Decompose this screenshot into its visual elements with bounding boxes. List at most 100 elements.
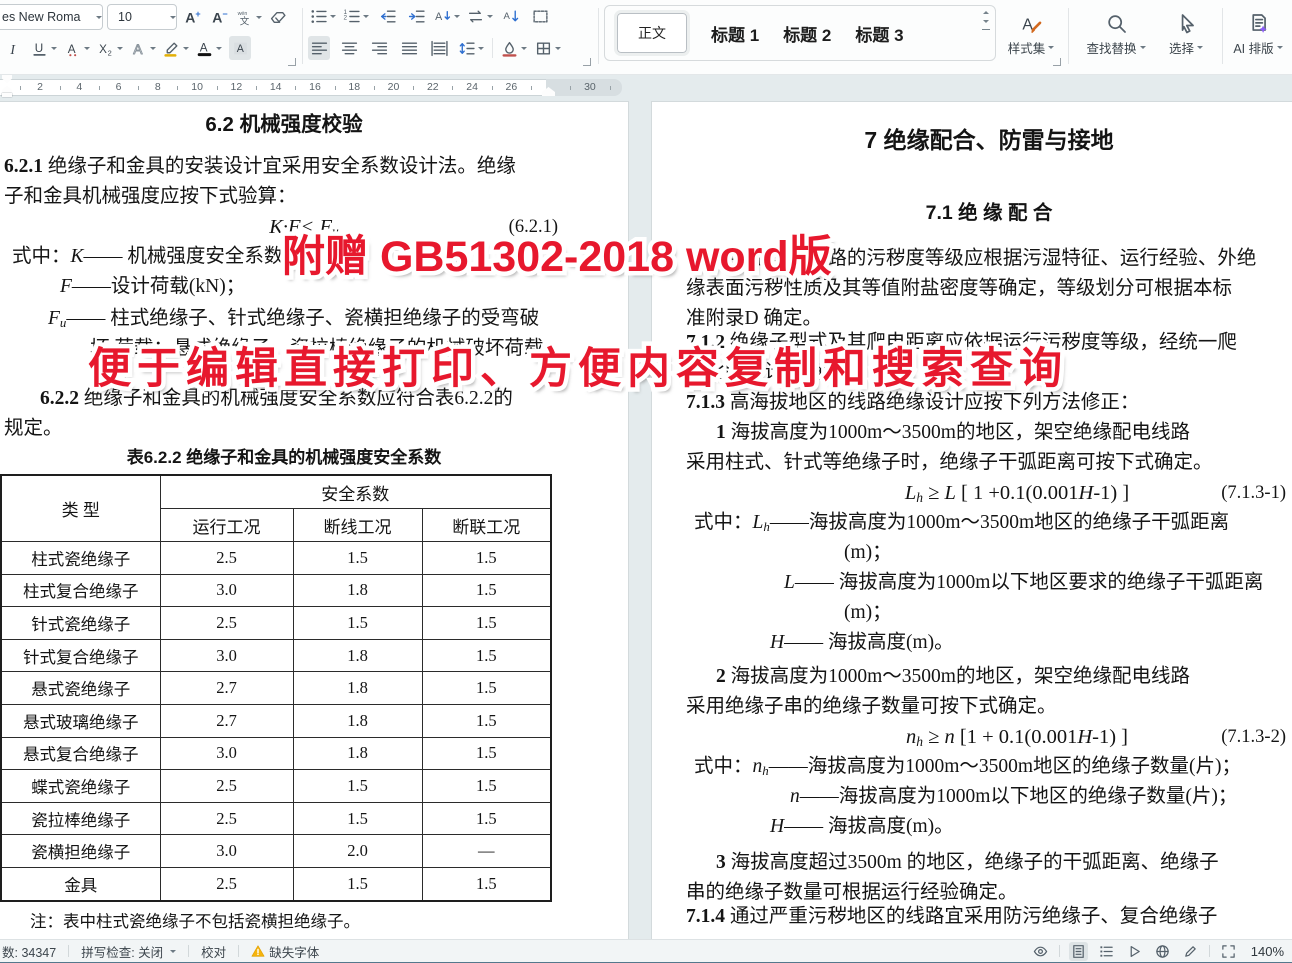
chevron-down-icon (96, 16, 102, 22)
align-center-icon (341, 40, 358, 57)
select-button[interactable]: 选择 (1156, 4, 1216, 66)
font-dialog-launcher[interactable] (288, 58, 296, 66)
subscript-button[interactable]: X2 (97, 36, 123, 60)
zoom-level[interactable]: 140% (1251, 944, 1284, 959)
decrease-indent-button[interactable] (376, 4, 398, 28)
svg-text:A: A (236, 43, 244, 55)
find-replace-button[interactable]: 查找替换 (1072, 4, 1160, 66)
borders-icon (535, 40, 552, 57)
character-shading-button[interactable]: A (229, 36, 251, 60)
toolbar-divider (492, 38, 493, 58)
emphasis-mark-icon: A (64, 40, 81, 57)
style-heading2[interactable]: 标题 2 (783, 21, 831, 46)
asian-layout-button[interactable] (467, 4, 493, 28)
text-direction-icon: A (434, 8, 451, 25)
svg-text:I: I (9, 41, 16, 56)
align-left-icon (311, 40, 328, 57)
eraser-icon (270, 9, 287, 26)
eye-icon (1033, 944, 1048, 959)
italic-button[interactable]: I (2, 36, 24, 60)
fullscreen-button[interactable] (1219, 942, 1238, 961)
safety-factor-table: 类 型安全系数运行工况断线工况断联工况柱式瓷绝缘子2.51.51.5柱式复合绝缘… (0, 474, 564, 902)
justify-icon (401, 40, 418, 57)
font-size-select[interactable]: 10 (107, 4, 177, 30)
play-view-button[interactable] (1125, 942, 1144, 961)
horizontal-ruler: 246810121416182022242630 (0, 74, 1292, 100)
borders-button[interactable] (535, 36, 561, 60)
chevron-down-icon (170, 16, 176, 22)
toolbar-divider (598, 8, 599, 64)
font-color-icon: A (196, 40, 213, 57)
search-icon (1106, 13, 1127, 34)
increase-indent-icon (408, 8, 425, 25)
missing-font-warning[interactable]: 缺失字体 (239, 942, 331, 961)
status-bar: 数: 34347 拼写检查: 关闭 校对 缺失字体 140% (0, 939, 1292, 962)
text-effects-button[interactable]: A (130, 36, 156, 60)
style-heading1[interactable]: 标题 1 (711, 21, 759, 46)
table-note: 注：表中柱式瓷绝缘子不包括瓷横担绝缘子。 (4, 909, 564, 935)
ai-layout-button[interactable]: AI 排版 (1226, 4, 1290, 66)
paragraph-dialog-launcher[interactable] (583, 58, 591, 66)
toolbar-divider (302, 8, 303, 64)
play-icon (1127, 944, 1142, 959)
page-view-icon (1071, 944, 1086, 959)
ai-document-icon (1248, 13, 1269, 34)
cursor-arrow-icon (1176, 13, 1197, 34)
web-view-button[interactable] (1153, 942, 1172, 961)
left-page-text: 6.2 机械强度校验6.2.1 绝缘子和金具的安装设计宜采用安全系数设计法。绝缘… (4, 108, 564, 471)
eye-protection-button[interactable] (1031, 942, 1050, 961)
word-count[interactable]: 数: 34347 (0, 942, 68, 961)
increase-font-button[interactable]: A+ (182, 5, 204, 29)
svg-text:文: 文 (240, 15, 250, 26)
gallery-more-button[interactable] (982, 29, 990, 32)
pen-icon (1183, 944, 1198, 959)
watermark-line1: 附赠 GB51302-2018 word版附赠 GB51302-2018 wor… (282, 222, 832, 284)
sort-icon: A (503, 8, 520, 25)
sort-button[interactable]: A (500, 4, 522, 28)
bullet-list-icon (310, 8, 327, 25)
fullscreen-icon (1221, 944, 1236, 959)
text-direction-button[interactable]: A (434, 4, 460, 28)
layout-button[interactable]: A 排版 (1284, 4, 1292, 66)
proofing-button[interactable]: 校对 (189, 942, 238, 961)
underline-icon: U (31, 40, 48, 57)
toolbar-divider (1068, 8, 1069, 64)
style-normal[interactable]: 正文 (617, 13, 687, 53)
shading-color-button[interactable] (501, 36, 527, 60)
distribute-icon (431, 40, 448, 57)
align-right-button[interactable] (368, 36, 390, 60)
phonetic-guide-icon: wén文 (236, 9, 253, 26)
numbering-button[interactable]: 12 (343, 4, 369, 28)
left-indent-marker[interactable] (2, 93, 12, 97)
clear-format-button[interactable] (267, 5, 289, 29)
highlighter-icon (163, 40, 180, 57)
justify-button[interactable] (398, 36, 420, 60)
show-marks-button[interactable] (529, 4, 551, 28)
gallery-scroll-up[interactable] (983, 8, 989, 14)
italic-icon: I (5, 40, 22, 57)
underline-button[interactable]: U (31, 36, 57, 60)
distribute-button[interactable] (428, 36, 450, 60)
edit-mode-button[interactable] (1181, 942, 1200, 961)
align-center-button[interactable] (338, 36, 360, 60)
styles-dialog-launcher[interactable] (1053, 58, 1061, 66)
increase-indent-button[interactable] (405, 4, 427, 28)
outline-view-button[interactable] (1097, 942, 1116, 961)
page-view-button[interactable] (1069, 942, 1088, 961)
formatting-marks-icon (532, 8, 549, 25)
style-heading3[interactable]: 标题 3 (855, 21, 903, 46)
style-set-button[interactable]: A 样式集 (1002, 4, 1060, 66)
shading-icon (501, 40, 518, 57)
decrease-font-button[interactable]: A− (209, 5, 231, 29)
phonetic-guide-button[interactable]: wén文 (236, 5, 262, 29)
highlight-color-button[interactable] (163, 36, 189, 60)
svg-text:A: A (503, 11, 510, 22)
emphasis-mark-button[interactable]: A (64, 36, 90, 60)
font-name-select[interactable]: es New Roma (0, 4, 103, 30)
bullets-button[interactable] (310, 4, 336, 28)
font-color-button[interactable]: A (196, 36, 222, 60)
spellcheck-status[interactable]: 拼写检查: 关闭 (69, 942, 188, 961)
line-spacing-button[interactable] (458, 36, 484, 60)
gallery-scroll-down[interactable] (983, 20, 989, 26)
align-left-button[interactable] (308, 36, 330, 60)
